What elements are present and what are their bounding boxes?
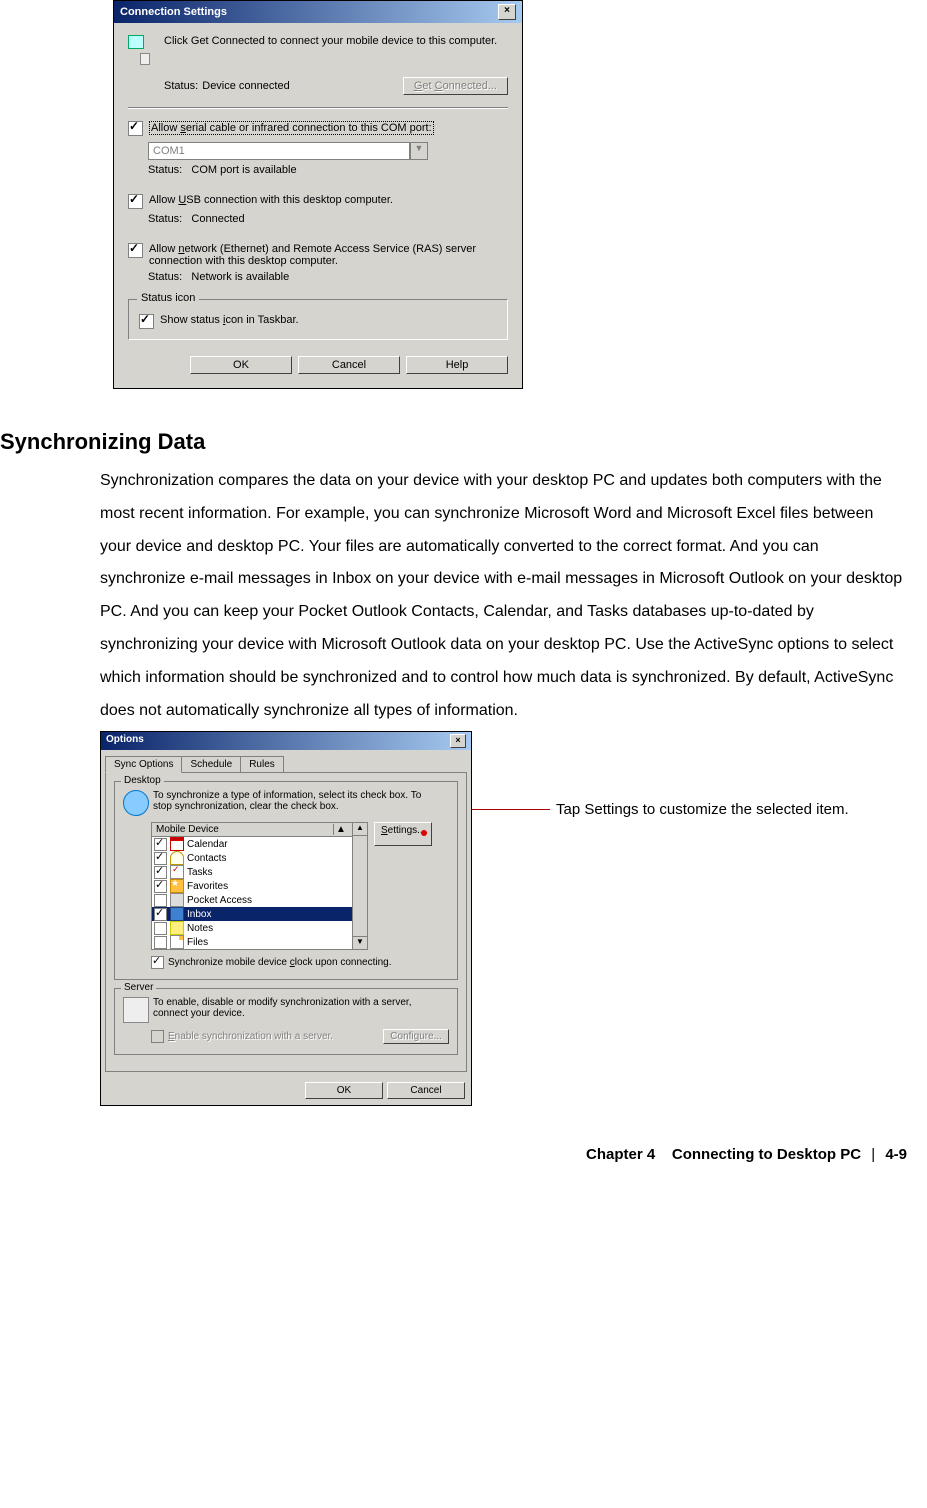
tab-schedule[interactable]: Schedule: [181, 756, 241, 773]
list-item-favorites[interactable]: Favorites: [152, 879, 352, 893]
taskbar-label: Show status icon in Taskbar.: [160, 314, 299, 326]
usb-checkbox-row: Allow USB connection with this desktop c…: [128, 194, 508, 209]
scroll-down-icon[interactable]: ▼: [353, 936, 367, 949]
desktop-fieldset: Desktop To synchronize a type of informa…: [114, 781, 458, 980]
settings-button[interactable]: Settings...: [374, 822, 432, 846]
list-item-files[interactable]: Files: [152, 935, 352, 949]
close-icon[interactable]: ×: [498, 4, 516, 20]
close-icon[interactable]: ×: [450, 734, 466, 748]
serial-checkbox-row: Allow serial cable or infrared connectio…: [128, 121, 508, 136]
dialog-title: Connection Settings: [120, 6, 227, 18]
calendar-icon: [170, 837, 184, 851]
section-heading: Synchronizing Data: [0, 429, 907, 455]
checkbox[interactable]: [154, 908, 167, 921]
footer-title: Connecting to Desktop PC: [672, 1146, 861, 1163]
chevron-down-icon[interactable]: ▼: [410, 142, 428, 160]
files-icon: [170, 935, 184, 949]
usb-status: Status: Connected: [148, 213, 508, 225]
options-dialog: Options × Sync Options Schedule Rules De…: [100, 731, 472, 1106]
desktop-text: To synchronize a type of information, se…: [153, 790, 423, 816]
usb-checkbox[interactable]: [128, 194, 143, 209]
help-button[interactable]: Help: [406, 356, 508, 374]
list-item-notes[interactable]: Notes: [152, 921, 352, 935]
taskbar-checkbox[interactable]: [139, 314, 154, 329]
notes-icon: [170, 921, 184, 935]
sync-clock-label: Synchronize mobile device clock upon con…: [168, 957, 391, 968]
tab-panel: Desktop To synchronize a type of informa…: [105, 772, 467, 1072]
checkbox[interactable]: [154, 922, 167, 935]
titlebar: Options ×: [101, 732, 471, 750]
tasks-icon: [170, 865, 184, 879]
connection-settings-dialog: Connection Settings × Click Get Connecte…: [113, 0, 523, 389]
footer-chapter: Chapter 4: [586, 1146, 655, 1163]
status-value: Device connected: [202, 80, 403, 92]
ok-button[interactable]: OK: [305, 1082, 383, 1099]
list-item-calendar[interactable]: Calendar: [152, 837, 352, 851]
network-status: Status: Network is available: [148, 271, 508, 283]
scrollbar[interactable]: ▲ ▼: [353, 822, 368, 950]
server-icon: [123, 997, 149, 1023]
callout-dot: [421, 830, 427, 836]
intro-text: Click Get Connected to connect your mobi…: [164, 35, 508, 67]
server-legend: Server: [121, 982, 156, 993]
cancel-button[interactable]: Cancel: [298, 356, 400, 374]
network-label: Allow network (Ethernet) and Remote Acce…: [149, 243, 508, 267]
ok-button[interactable]: OK: [190, 356, 292, 374]
status-icon-fieldset: Status icon Show status icon in Taskbar.: [128, 299, 508, 340]
cancel-button[interactable]: Cancel: [387, 1082, 465, 1099]
list-item-inbox[interactable]: Inbox: [152, 907, 352, 921]
usb-label: Allow USB connection with this desktop c…: [149, 194, 393, 206]
serial-label: Allow serial cable or infrared connectio…: [149, 121, 434, 135]
body-paragraph: Synchronization compares the data on you…: [0, 465, 907, 727]
pocket-access-icon: [170, 893, 184, 907]
sync-items-list[interactable]: Mobile Device ▲ Calendar Contacts Tasks …: [151, 822, 353, 950]
page-footer: Chapter 4 Connecting to Desktop PC | 4-9: [0, 1146, 907, 1163]
enable-server-checkbox: [151, 1030, 164, 1043]
com-status: Status: COM port is available: [148, 164, 508, 176]
desktop-legend: Desktop: [121, 775, 164, 786]
inbox-icon: [170, 907, 184, 921]
scroll-up-icon[interactable]: ▲: [353, 823, 367, 836]
callout-text: Tap Settings to customize the selected i…: [556, 799, 856, 820]
enable-server-label: Enable synchronization with a server.: [168, 1031, 383, 1042]
tab-sync-options[interactable]: Sync Options: [105, 756, 182, 773]
sort-up-icon[interactable]: ▲: [333, 824, 348, 835]
separator: [128, 107, 508, 109]
checkbox[interactable]: [154, 880, 167, 893]
sync-clock-checkbox[interactable]: ✓: [151, 956, 164, 969]
serial-checkbox[interactable]: [128, 121, 143, 136]
server-fieldset: Server To enable, disable or modify sync…: [114, 988, 458, 1055]
device-icon: [128, 35, 156, 67]
network-checkbox[interactable]: [128, 243, 143, 258]
footer-page: 4-9: [885, 1146, 907, 1163]
list-item-pocket-access[interactable]: Pocket Access: [152, 893, 352, 907]
desktop-icon: [123, 790, 149, 816]
contacts-icon: [170, 851, 184, 865]
com-port-combo[interactable]: COM1 ▼: [148, 142, 428, 160]
com-port-value: COM1: [148, 142, 410, 160]
status-label: Status:: [164, 80, 198, 92]
titlebar: Connection Settings ×: [114, 1, 522, 23]
network-checkbox-row: Allow network (Ethernet) and Remote Acce…: [128, 243, 508, 267]
tab-rules[interactable]: Rules: [240, 756, 284, 773]
dialog-title: Options: [106, 734, 144, 748]
server-text: To enable, disable or modify synchroniza…: [153, 997, 423, 1023]
fieldset-legend: Status icon: [137, 292, 199, 304]
list-item-tasks[interactable]: Tasks: [152, 865, 352, 879]
list-header[interactable]: Mobile Device ▲: [152, 823, 352, 837]
get-connected-button[interactable]: Get Connected...: [403, 77, 508, 95]
checkbox[interactable]: [154, 936, 167, 949]
list-item-contacts[interactable]: Contacts: [152, 851, 352, 865]
favorites-icon: [170, 879, 184, 893]
configure-button: Configure...: [383, 1029, 449, 1044]
